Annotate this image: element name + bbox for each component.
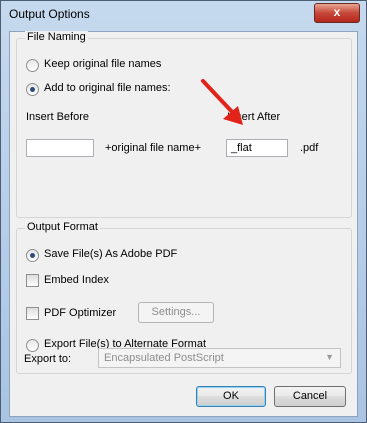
chevron-down-icon: ▼ (325, 352, 334, 362)
original-file-name-text: +original file name+ (105, 142, 202, 154)
output-format-group-label: Output Format (25, 221, 100, 233)
settings-button[interactable]: Settings... (138, 302, 214, 323)
red-arrow-annotation (201, 79, 243, 125)
embed-index-checkbox[interactable] (26, 274, 39, 287)
keep-original-label[interactable]: Keep original file names (44, 58, 161, 70)
embed-index-label[interactable]: Embed Index (44, 274, 109, 286)
insert-before-input[interactable] (26, 139, 94, 157)
export-to-label: Export to: (24, 353, 72, 365)
add-to-original-radio[interactable] (26, 83, 39, 96)
keep-original-radio[interactable] (26, 59, 39, 72)
window-title: Output Options (9, 7, 90, 21)
pdf-optimizer-label[interactable]: PDF Optimizer (44, 307, 116, 319)
extension-label: .pdf (300, 142, 319, 154)
add-to-original-label[interactable]: Add to original file names: (44, 82, 171, 94)
export-to-value: Encapsulated PostScript (104, 352, 224, 364)
file-naming-group-label: File Naming (25, 31, 88, 43)
output-options-dialog: Output Options x File Naming Keep origin… (0, 0, 367, 423)
pdf-optimizer-checkbox[interactable] (26, 307, 39, 320)
save-as-pdf-label[interactable]: Save File(s) As Adobe PDF (44, 248, 177, 260)
export-alternate-radio[interactable] (26, 339, 39, 352)
file-naming-group: File Naming Keep original file names Add… (16, 31, 352, 218)
insert-before-label: Insert Before (26, 111, 89, 123)
insert-after-input[interactable]: _flat (226, 139, 288, 157)
cancel-button[interactable]: Cancel (274, 386, 346, 407)
dialog-client-area: File Naming Keep original file names Add… (9, 31, 358, 417)
title-bar: Output Options x (1, 1, 366, 25)
close-icon: x (333, 5, 341, 19)
close-button[interactable]: x (314, 3, 360, 23)
save-as-pdf-radio[interactable] (26, 249, 39, 262)
export-to-select[interactable]: Encapsulated PostScript ▼ (98, 348, 341, 368)
ok-button[interactable]: OK (196, 386, 266, 407)
